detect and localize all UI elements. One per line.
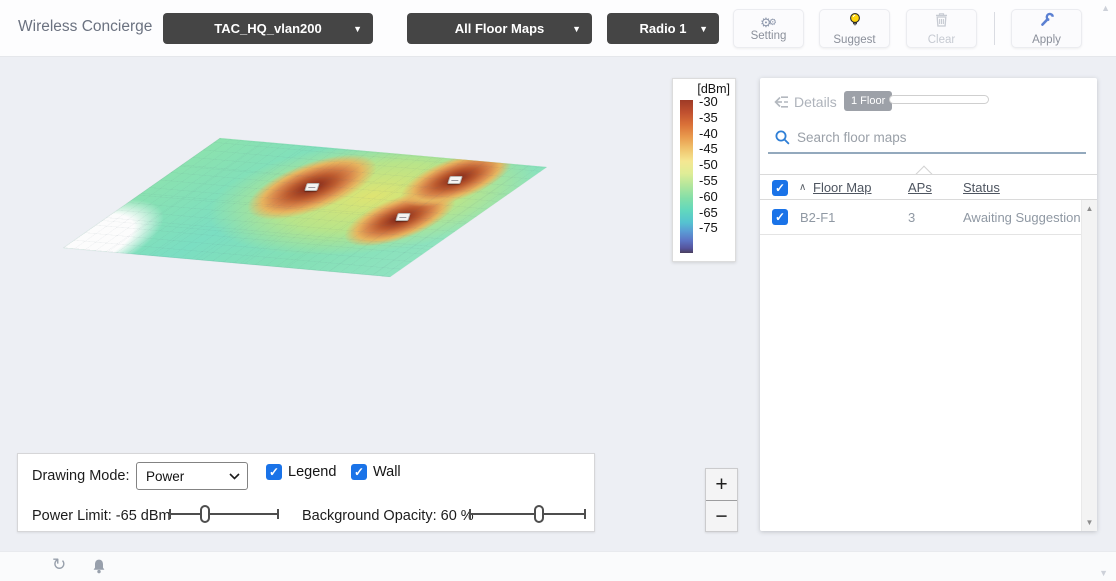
drawing-mode-select[interactable]: Power [136,462,248,490]
radio-dropdown[interactable]: Radio 1 ▼ [607,13,719,44]
clear-button[interactable]: Clear [906,9,977,48]
slider-tick [169,509,171,519]
wireless-concierge-app: Wireless Concierge TAC_HQ_vlan200 ▼ All … [0,0,1116,581]
caret-down-icon: ▼ [353,24,362,34]
wall-checkbox[interactable]: ✓ Wall [351,464,401,480]
checkbox-checked-icon: ✓ [351,464,367,480]
power-limit-label: Power Limit: -65 dBm [32,508,171,524]
lightbulb-icon [847,12,863,33]
refresh-icon[interactable]: ↻ [52,555,66,575]
notifications-bell-icon[interactable] [91,558,107,581]
wall-checkbox-label: Wall [373,464,401,480]
network-dropdown[interactable]: TAC_HQ_vlan200 ▼ [163,13,373,44]
background-opacity-slider[interactable] [469,502,586,526]
slider-tick [469,509,471,519]
search-underline [768,152,1086,154]
drawing-controls-panel: Drawing Mode: Power ✓ Legend ✓ Wall Powe… [17,453,595,532]
bottom-status-bar: ↻ ▼ [0,551,1116,581]
legend-tick: -65 [699,205,718,221]
floorplan-grid [63,138,547,277]
column-header-aps[interactable]: APs [908,180,932,195]
legend-tick: -30 [699,94,718,110]
collapse-panel-icon[interactable] [772,94,790,115]
column-header-floor-map[interactable]: Floor Map [813,180,872,195]
ap-marker-2[interactable] [447,176,463,184]
search-icon [774,129,791,151]
heatmap-plane[interactable] [63,138,547,277]
legend-tick-labels: -30 -35 -40 -45 -50 -55 -60 -65 -75 [699,94,718,236]
cell-aps: 3 [908,210,915,225]
zoom-out-button[interactable]: − [706,501,737,532]
scrollbar-down-icon[interactable]: ▼ [1082,518,1097,527]
background-opacity-label: Background Opacity: 60 % [302,508,474,524]
search-floor-maps-input[interactable] [797,126,1067,148]
floor-maps-dropdown-value: All Floor Maps [455,21,545,36]
floor-map-search [760,126,1097,152]
chevron-down-icon [229,473,240,480]
dbm-legend: [dBm] -30 -35 -40 -45 -50 -55 -60 -65 -7… [672,78,736,262]
top-toolbar: Wireless Concierge TAC_HQ_vlan200 ▼ All … [0,0,1116,57]
slider-track [169,513,279,515]
legend-tick: -40 [699,126,718,142]
table-row[interactable]: ✓ B2-F1 3 Awaiting Suggestion [760,200,1097,235]
legend-tick: -55 [699,173,718,189]
power-limit-slider-thumb[interactable] [200,505,210,523]
legend-tick: -75 [699,220,718,236]
caret-down-icon: ▼ [572,24,581,34]
details-title[interactable]: Details [794,94,837,110]
floor-map-table-header: ✓ ∧ Floor Map APs Status [760,174,1097,200]
zoom-in-button[interactable]: + [706,469,737,500]
caret-down-icon: ▼ [699,24,708,34]
legend-tick: -50 [699,157,718,173]
details-panel-header: Details 1 Floor [760,90,1097,116]
clear-button-label: Clear [928,34,955,46]
app-title: Wireless Concierge [18,18,152,36]
checkbox-checked-icon: ✓ [266,464,282,480]
slider-tick [584,509,586,519]
cell-floor-map: B2-F1 [800,210,835,225]
setting-button[interactable]: ⚙⚙ Setting [733,9,804,48]
network-dropdown-value: TAC_HQ_vlan200 [214,21,321,36]
suggest-button-label: Suggest [833,34,875,46]
slider-track [469,513,586,515]
power-limit-slider[interactable] [169,502,279,526]
legend-checkbox-label: Legend [288,464,336,480]
cell-status: Awaiting Suggestion [963,210,1081,225]
background-opacity-slider-thumb[interactable] [534,505,544,523]
details-panel: Details 1 Floor ✓ ∧ Floor Map APs Status [760,78,1097,531]
legend-tick: -35 [699,110,718,126]
suggest-button[interactable]: Suggest [819,9,890,48]
legend-color-scale [680,100,693,253]
suggestion-progress-bar [889,95,989,104]
select-all-checkbox[interactable]: ✓ [772,180,788,196]
legend-tick: -45 [699,141,718,157]
drawing-mode-label: Drawing Mode: [32,468,130,484]
gear-icon: ⚙⚙ [760,16,777,29]
panel-scrollbar[interactable]: ▲ ▼ [1081,200,1097,531]
legend-tick: -60 [699,189,718,205]
page-scroll-down-icon[interactable]: ▼ [1099,568,1108,578]
slider-tick [277,509,279,519]
ap-marker-1[interactable] [304,183,320,191]
row-checkbox[interactable]: ✓ [772,209,788,225]
setting-button-label: Setting [751,30,787,42]
apply-button-label: Apply [1032,34,1061,46]
map-zoom-control: + − [705,468,738,532]
floor-maps-dropdown[interactable]: All Floor Maps ▼ [407,13,592,44]
column-header-status[interactable]: Status [963,180,1000,195]
sort-ascending-icon[interactable]: ∧ [799,182,806,193]
toolbar-divider [994,12,995,45]
floor-count-badge: 1 Floor [844,91,892,111]
legend-checkbox[interactable]: ✓ Legend [266,464,336,480]
scrollbar-up-icon[interactable]: ▲ [1082,204,1097,213]
apply-button[interactable]: Apply [1011,9,1082,48]
drawing-mode-value: Power [146,469,184,484]
page-scroll-up-icon[interactable]: ▲ [1101,3,1110,13]
radio-dropdown-value: Radio 1 [640,21,687,36]
wrench-icon [1039,12,1055,33]
ap-marker-3[interactable] [395,213,411,221]
trash-icon [934,12,949,33]
floor-map-canvas[interactable]: [dBm] -30 -35 -40 -45 -50 -55 -60 -65 -7… [0,57,1116,551]
